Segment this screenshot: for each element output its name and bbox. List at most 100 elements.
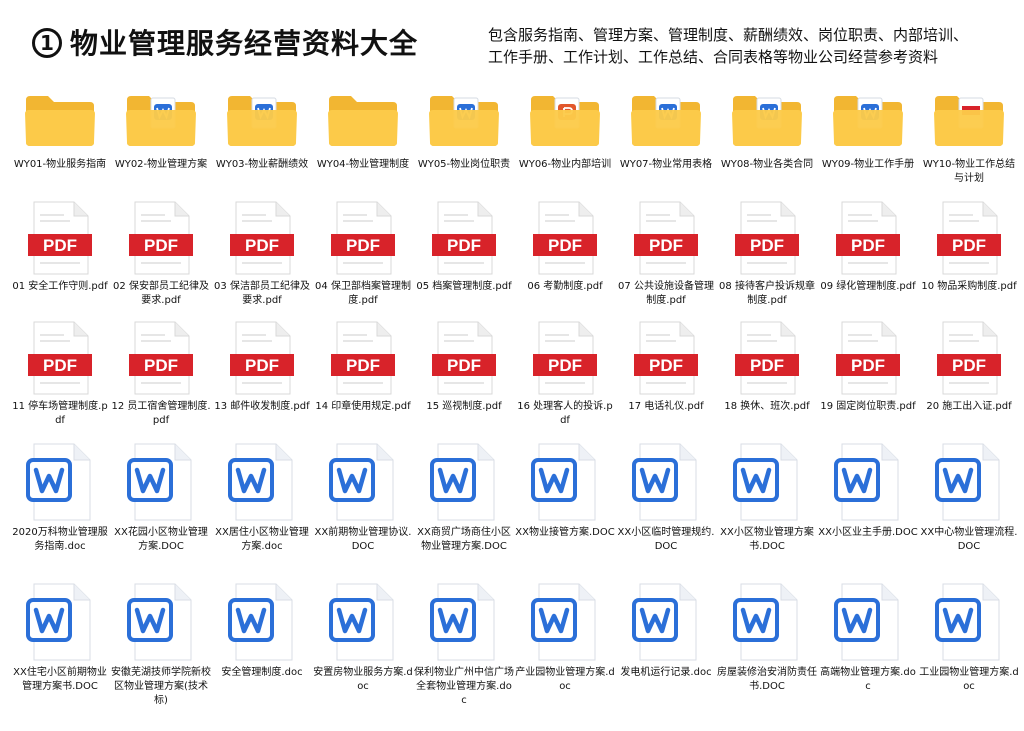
folder-item[interactable]: WY07-物业常用表格 [616,88,716,202]
item-label: 02 保安部员工纪律及要求.pdf [113,281,209,306]
svg-text:PDF: PDF [851,356,885,375]
file-item[interactable]: PDF 08 接待客户投诉规章制度.pdf [717,198,817,324]
svg-text:PDF: PDF [43,356,77,375]
file-item[interactable]: XX花园小区物业管理方案.DOC [111,438,211,570]
file-item[interactable]: XX小区业主手册.DOC [818,438,918,570]
item-label: 安全管理制度.doc [221,667,303,678]
word-file-icon [127,443,192,521]
file-item[interactable]: PDF 19 固定岗位职责.pdf [818,318,918,444]
file-item[interactable]: XX小区物业管理方案书.DOC [717,438,817,570]
file-item[interactable]: XX中心物业管理流程.DOC [919,438,1019,570]
item-icon [717,440,817,524]
svg-text:PDF: PDF [346,236,380,255]
file-item[interactable]: PDF 05 档案管理制度.pdf [414,198,514,324]
item-label: WY09-物业工作手册 [821,159,915,170]
item-icon: PDF [10,200,110,278]
file-item[interactable]: PDF 10 物品采购制度.pdf [919,198,1019,324]
file-item[interactable]: PDF 15 巡视制度.pdf [414,318,514,444]
folder-item[interactable]: WY06-物业内部培训 [515,88,615,202]
file-item[interactable]: PDF 04 保卫部档案管理制度.pdf [313,198,413,324]
file-item[interactable]: 安置房物业服务方案.doc [313,578,413,710]
item-icon [717,90,817,152]
folder-icon [934,96,1004,146]
item-label: WY01-物业服务指南 [13,159,107,170]
pdf-file-icon: PDF [937,321,1001,395]
file-item[interactable]: 工业园物业管理方案.doc [919,578,1019,710]
folder-icon [631,96,701,146]
file-item[interactable]: PDF 17 电话礼仪.pdf [616,318,716,444]
file-item[interactable]: PDF 18 换休、班次.pdf [717,318,817,444]
item-label: 安徽芜湖技师学院新校区物业管理方案(技术标) [111,667,211,706]
item-icon [111,580,211,664]
file-item[interactable]: PDF 12 员工宿舍管理制度.pdf [111,318,211,444]
svg-text:PDF: PDF [649,356,683,375]
item-icon [313,580,413,664]
file-item[interactable]: PDF 03 保洁部员工纪律及要求.pdf [212,198,312,324]
item-icon: PDF [616,200,716,278]
svg-text:PDF: PDF [649,236,683,255]
file-item[interactable]: PDF 20 施工出入证.pdf [919,318,1019,444]
item-label: 14 印章使用规定.pdf [315,401,411,412]
pdf-file-icon: PDF [129,321,193,395]
file-item[interactable]: PDF 11 停车场管理制度.pdf [10,318,110,444]
file-item[interactable]: 安全管理制度.doc [212,578,312,710]
file-item[interactable]: PDF 13 邮件收发制度.pdf [212,318,312,444]
file-item[interactable]: XX住宅小区前期物业管理方案书.DOC [10,578,110,710]
folder-icon [530,96,600,146]
file-item[interactable]: 高端物业管理方案.doc [818,578,918,710]
svg-text:PDF: PDF [952,356,986,375]
file-item[interactable]: 发电机运行记录.doc [616,578,716,710]
folder-item[interactable]: WY04-物业管理制度 [313,88,413,202]
file-item[interactable]: PDF 02 保安部员工纪律及要求.pdf [111,198,211,324]
item-icon [10,440,110,524]
item-icon: PDF [313,320,413,398]
item-label: XX小区业主手册.DOC [818,527,918,538]
file-item[interactable]: 保利物业广州中信广场全套物业管理方案.doc [414,578,514,710]
folder-item[interactable]: WY01-物业服务指南 [10,88,110,202]
item-label: 04 保卫部档案管理制度.pdf [315,281,411,306]
pdf-file-icon: PDF [28,321,92,395]
item-label: XX小区临时管理规约.DOC [617,527,715,552]
file-item[interactable]: XX商贸广场商住小区物业管理方案.DOC [414,438,514,570]
svg-text:PDF: PDF [548,356,582,375]
item-icon [515,440,615,524]
file-item[interactable]: PDF 16 处理客人的投诉.pdf [515,318,615,444]
file-item[interactable]: 2020万科物业管理服务指南.doc [10,438,110,570]
item-icon: PDF [919,200,1019,278]
folder-item[interactable]: WY10-物业工作总结与计划 [919,88,1019,202]
word-file-icon [733,443,798,521]
word-file-icon [834,443,899,521]
folder-item[interactable]: WY09-物业工作手册 [818,88,918,202]
item-icon [818,440,918,524]
pdf-file-icon: PDF [735,321,799,395]
file-item[interactable]: PDF 06 考勤制度.pdf [515,198,615,324]
file-item[interactable]: XX前期物业管理协议.DOC [313,438,413,570]
item-icon: PDF [10,320,110,398]
file-item[interactable]: PDF 14 印章使用规定.pdf [313,318,413,444]
item-icon: PDF [313,200,413,278]
item-icon [515,90,615,152]
item-icon: PDF [818,200,918,278]
file-item[interactable]: 房屋装修治安消防责任书.DOC [717,578,817,710]
item-icon: PDF [919,320,1019,398]
file-item[interactable]: 安徽芜湖技师学院新校区物业管理方案(技术标) [111,578,211,710]
item-icon [919,90,1019,152]
file-item[interactable]: XX居住小区物业管理方案.doc [212,438,312,570]
folder-item[interactable]: WY08-物业各类合同 [717,88,817,202]
file-item[interactable]: PDF 07 公共设施设备管理制度.pdf [616,198,716,324]
item-label: WY02-物业管理方案 [114,159,208,170]
file-item[interactable]: XX物业接管方案.DOC [515,438,615,570]
file-item[interactable]: PDF 09 绿化管理制度.pdf [818,198,918,324]
file-item[interactable]: XX小区临时管理规约.DOC [616,438,716,570]
folder-item[interactable]: WY03-物业薪酬绩效 [212,88,312,202]
item-label: XX花园小区物业管理方案.DOC [114,527,208,552]
item-icon [111,440,211,524]
file-item[interactable]: PDF 01 安全工作守则.pdf [10,198,110,324]
item-label: 房屋装修治安消防责任书.DOC [717,667,817,692]
folder-item[interactable]: WY05-物业岗位职责 [414,88,514,202]
folder-item[interactable]: WY02-物业管理方案 [111,88,211,202]
folder-icon [25,96,95,146]
item-icon: PDF [111,320,211,398]
item-label: 发电机运行记录.doc [620,667,712,678]
file-item[interactable]: 产业园物业管理方案.doc [515,578,615,710]
